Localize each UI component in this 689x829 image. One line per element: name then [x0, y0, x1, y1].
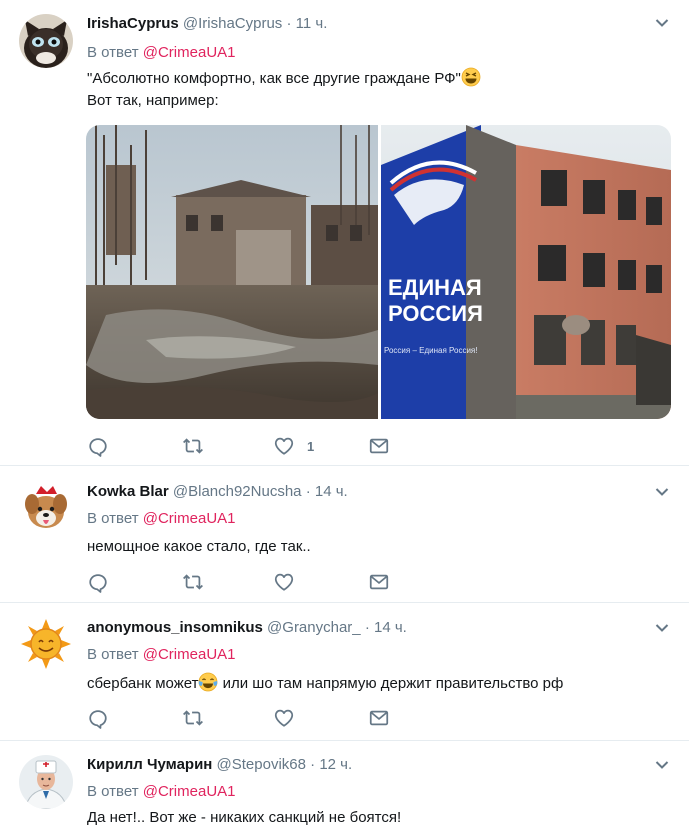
tweet[interactable]: Kowka Blar @Blanch92Nucsha · 14 ч. В отв…	[0, 466, 689, 603]
media-photo-left	[86, 125, 378, 419]
avatar[interactable]	[19, 617, 73, 671]
like-count: 1	[307, 438, 315, 454]
reply-icon	[87, 435, 109, 457]
retweet-button[interactable]	[181, 707, 205, 729]
reply-button[interactable]	[87, 707, 109, 729]
chevron-down-icon[interactable]	[655, 487, 669, 497]
tweet-header: anonymous_insomnikus @Granychar_ · 14 ч.	[87, 619, 407, 636]
mention-link[interactable]: @CrimeaUA1	[143, 783, 236, 800]
timestamp[interactable]: 12 ч.	[319, 756, 352, 773]
user-handle[interactable]: @IrishaCyprus	[183, 15, 282, 32]
mention-link[interactable]: @CrimeaUA1	[143, 646, 236, 663]
tweet-media[interactable]: ЕДИНАЯ РОССИЯ Россия – Единая Россия!	[86, 125, 671, 419]
reply-button[interactable]	[87, 435, 109, 457]
tweet-header: IrishaCyprus @IrishaCyprus · 11 ч.	[87, 15, 327, 32]
separator-dot: ·	[286, 15, 292, 32]
grinning-squinting-emoji	[461, 67, 481, 87]
user-handle[interactable]: @Blanch92Nucsha	[173, 483, 302, 500]
tweet[interactable]: Кирилл Чумарин @Stepovik68 · 12 ч. В отв…	[0, 741, 689, 829]
retweet-icon	[181, 571, 205, 593]
timestamp[interactable]: 14 ч.	[374, 619, 407, 636]
banner-small-text: Россия – Единая Россия!	[384, 346, 477, 355]
tweet-text: "Абсолютно комфортно, как все другие гра…	[87, 67, 481, 112]
dm-icon	[368, 435, 390, 457]
reply-context: В ответ @CrimeaUA1	[87, 510, 236, 527]
avatar[interactable]	[19, 755, 73, 809]
banner-text-line1: ЕДИНАЯ	[388, 275, 482, 300]
chevron-down-icon[interactable]	[655, 623, 669, 633]
like-button[interactable]	[273, 571, 295, 593]
like-button[interactable]	[273, 707, 295, 729]
tweet-actions	[87, 707, 407, 729]
tears-of-joy-emoji	[198, 672, 218, 692]
reply-context: В ответ @CrimeaUA1	[87, 783, 236, 800]
tweet-actions: 1	[87, 435, 407, 457]
display-name[interactable]: Кирилл Чумарин	[87, 756, 212, 773]
reply-context: В ответ @CrimeaUA1	[87, 44, 236, 61]
tweet-text-line: "Абсолютно комфортно, как все другие гра…	[87, 67, 481, 90]
avatar[interactable]	[19, 14, 73, 68]
tweet[interactable]: IrishaCyprus @IrishaCyprus · 11 ч. В отв…	[0, 0, 689, 466]
tweet[interactable]: anonymous_insomnikus @Granychar_ · 14 ч.…	[0, 603, 689, 741]
tweet-text: немощное какое стало, где так..	[87, 538, 311, 555]
retweet-icon	[181, 707, 205, 729]
separator-dot: ·	[305, 483, 311, 500]
like-icon	[273, 707, 295, 729]
display-name[interactable]: IrishaCyprus	[87, 15, 179, 32]
display-name[interactable]: anonymous_insomnikus	[87, 619, 263, 636]
separator-dot: ·	[310, 756, 316, 773]
tweet-header: Кирилл Чумарин @Stepovik68 · 12 ч.	[87, 756, 352, 773]
reply-button[interactable]	[87, 571, 109, 593]
reply-context: В ответ @CrimeaUA1	[87, 646, 236, 663]
reply-icon	[87, 571, 109, 593]
mention-link[interactable]: @CrimeaUA1	[143, 44, 236, 61]
user-handle[interactable]: @Stepovik68	[217, 756, 306, 773]
media-photo-right: ЕДИНАЯ РОССИЯ Россия – Единая Россия!	[381, 125, 671, 419]
reply-prefix: В ответ	[87, 783, 139, 800]
timestamp[interactable]: 11 ч.	[296, 15, 328, 32]
reply-icon	[87, 707, 109, 729]
reply-prefix: В ответ	[87, 510, 139, 527]
reply-prefix: В ответ	[87, 646, 139, 663]
avatar[interactable]	[19, 482, 73, 536]
dm-icon	[368, 707, 390, 729]
mention-link[interactable]: @CrimeaUA1	[143, 510, 236, 527]
tweet-header: Kowka Blar @Blanch92Nucsha · 14 ч.	[87, 483, 348, 500]
retweet-button[interactable]	[181, 435, 205, 457]
dm-button[interactable]	[368, 571, 390, 593]
display-name[interactable]: Kowka Blar	[87, 483, 169, 500]
chevron-down-icon[interactable]	[655, 760, 669, 770]
separator-dot: ·	[364, 619, 370, 636]
reply-prefix: В ответ	[87, 44, 139, 61]
like-icon	[273, 571, 295, 593]
tweet-text: Да нет!.. Вот же - никаких санкций не бо…	[87, 809, 402, 826]
tweet-text: сбербанк может или шо там напрямую держи…	[87, 672, 563, 695]
dm-button[interactable]	[368, 707, 390, 729]
like-button[interactable]: 1	[273, 435, 314, 457]
tweet-text-line: Вот так, например:	[87, 92, 219, 109]
retweet-button[interactable]	[181, 571, 205, 593]
like-icon	[273, 435, 295, 457]
tweet-actions	[87, 571, 407, 593]
timestamp[interactable]: 14 ч.	[315, 483, 348, 500]
chevron-down-icon[interactable]	[655, 18, 669, 28]
user-handle[interactable]: @Granychar_	[267, 619, 361, 636]
dm-button[interactable]	[368, 435, 390, 457]
dm-icon	[368, 571, 390, 593]
banner-text-line2: РОССИЯ	[388, 301, 483, 326]
retweet-icon	[181, 435, 205, 457]
